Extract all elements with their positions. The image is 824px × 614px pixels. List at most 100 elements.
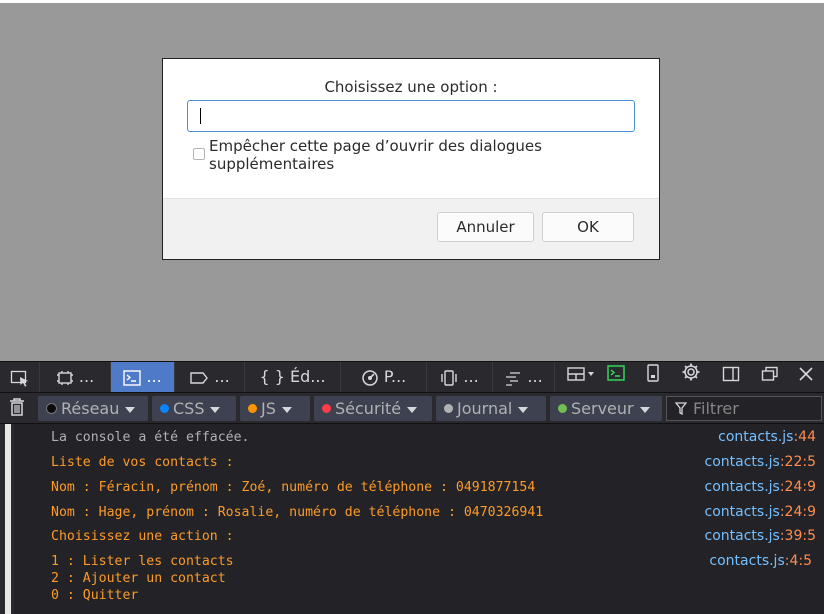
chevron-down-icon <box>210 406 221 413</box>
debugger-icon <box>190 371 209 384</box>
console-gutter <box>0 424 14 614</box>
console-filter-bar: Réseau CSS JS Sécurité Journal Serveur F… <box>0 393 824 424</box>
tab-performance[interactable]: P... <box>341 362 427 392</box>
chevron-down-icon <box>518 406 529 413</box>
filter-network[interactable]: Réseau <box>38 396 148 421</box>
responsive-layout-button[interactable] <box>563 362 599 392</box>
prompt-dialog: Choisissez une option : Empêcher cette p… <box>162 58 660 260</box>
chevron-down-icon <box>407 406 418 413</box>
filter-logging[interactable]: Journal <box>436 396 546 421</box>
separate-window-icon <box>761 366 778 381</box>
tab-inspector-label: ... <box>78 367 95 386</box>
tab-console-label: ... <box>146 367 162 386</box>
layout-icon <box>567 367 594 381</box>
console-message-text: La console a été effacée. <box>51 430 250 445</box>
clear-console-button[interactable] <box>6 397 28 419</box>
tab-memory[interactable]: ... <box>427 362 493 392</box>
tab-memory-label: ... <box>463 367 479 386</box>
dock-side-icon <box>722 366 740 382</box>
gutter-marker <box>5 424 11 614</box>
split-console-icon <box>607 365 625 381</box>
undock-button[interactable] <box>755 362 785 392</box>
console-message: Liste de vos contacts : contacts.js:22:5 <box>14 454 822 471</box>
console-message: Nom : Hage, prénom : Rosalie, numéro de … <box>14 504 822 521</box>
source-file: contacts.js <box>704 504 780 520</box>
dialog-footer: Annuler OK <box>163 198 659 259</box>
filter-css-label: CSS <box>173 399 205 418</box>
logging-dot-icon <box>444 404 453 413</box>
checkbox-label-line1: Empêcher cette page d’ouvrir des dialogu… <box>209 137 542 155</box>
ok-button[interactable]: OK <box>542 212 634 242</box>
cancel-button[interactable]: Annuler <box>437 212 534 242</box>
security-dot-icon <box>322 404 331 413</box>
tab-style-editor[interactable]: { } Éd... <box>245 362 341 392</box>
source-file: contacts.js <box>718 429 794 445</box>
chevron-down-icon <box>639 406 650 413</box>
prevent-dialogs-checkbox[interactable] <box>193 148 205 160</box>
console-message: Choisissez une action : contacts.js:39:5 <box>14 528 822 545</box>
console-message-text: Nom : Hage, prénom : Rosalie, numéro de … <box>51 505 544 520</box>
filter-js-label: JS <box>261 399 276 418</box>
console-filter-input[interactable]: Filtrer <box>666 396 822 421</box>
page-content-area: Choisissez une option : Empêcher cette p… <box>0 0 824 361</box>
tab-network-label: ... <box>527 367 543 386</box>
console-source-link[interactable]: contacts.js:39:5 <box>705 528 816 545</box>
tab-style-editor-label: { } Éd... <box>259 367 326 386</box>
chevron-down-icon <box>125 406 136 413</box>
inspector-icon <box>56 370 73 385</box>
console-message: La console a été effacée. contacts.js:44 <box>14 429 822 446</box>
source-location: :24:9 <box>779 504 816 520</box>
filter-js[interactable]: JS <box>240 396 310 421</box>
tab-debugger[interactable]: ... <box>175 362 245 392</box>
performance-icon <box>361 369 378 386</box>
filter-network-label: Réseau <box>61 399 120 418</box>
console-source-link[interactable]: contacts.js:4:5 <box>709 553 812 570</box>
tab-debugger-label: ... <box>214 367 230 386</box>
console-source-link[interactable]: contacts.js:22:5 <box>705 454 816 471</box>
funnel-icon <box>675 402 687 416</box>
filter-security[interactable]: Sécurité <box>314 396 432 421</box>
gear-icon <box>682 363 700 381</box>
console-message-text: 1 : Lister les contacts 2 : Ajouter un c… <box>51 554 234 603</box>
source-location: :39:5 <box>779 528 816 544</box>
console-message: 1 : Lister les contacts 2 : Ajouter un c… <box>14 553 822 604</box>
console-source-link[interactable]: contacts.js:24:9 <box>705 479 816 496</box>
tab-network[interactable]: ... <box>493 362 555 392</box>
devtools-toolbar: ... ... ... { } Éd... P... ... ... <box>0 361 824 393</box>
source-location: :44 <box>793 429 816 445</box>
element-picker-button[interactable] <box>0 362 40 392</box>
network-dot-icon <box>46 403 57 414</box>
tab-performance-label: P... <box>383 367 407 386</box>
responsive-design-button[interactable] <box>638 362 668 392</box>
console-source-link[interactable]: contacts.js:44 <box>718 429 816 446</box>
filter-placeholder: Filtrer <box>693 399 739 418</box>
source-location: :4:5 <box>784 553 812 569</box>
dialog-title: Choisissez une option : <box>324 78 498 96</box>
filter-server-label: Serveur <box>571 399 634 418</box>
filter-css[interactable]: CSS <box>152 396 236 421</box>
source-file: contacts.js <box>709 553 785 569</box>
settings-button[interactable] <box>676 362 706 392</box>
console-source-link[interactable]: contacts.js:24:9 <box>705 504 816 521</box>
console-output: La console a été effacée. contacts.js:44… <box>0 424 824 614</box>
dock-side-button[interactable] <box>716 362 746 392</box>
prevent-dialogs-option[interactable]: Empêcher cette page d’ouvrir des dialogu… <box>193 137 633 177</box>
checkbox-label-line2: supplémentaires <box>209 155 335 173</box>
prevent-dialogs-label: Empêcher cette page d’ouvrir des dialogu… <box>209 137 609 173</box>
server-dot-icon <box>558 404 567 413</box>
console-message-text: Choisissez une action : <box>51 529 234 544</box>
source-file: contacts.js <box>704 454 780 470</box>
source-location: :22:5 <box>779 454 816 470</box>
console-icon <box>123 369 142 386</box>
prompt-input[interactable] <box>187 100 635 132</box>
filter-server[interactable]: Serveur <box>550 396 662 421</box>
pick-element-icon <box>10 370 28 387</box>
filter-logging-label: Journal <box>457 399 513 418</box>
tab-console[interactable]: ... <box>111 362 175 392</box>
split-console-button[interactable] <box>601 362 631 392</box>
tab-inspector[interactable]: ... <box>40 362 111 392</box>
source-location: :24:9 <box>779 479 816 495</box>
console-message-text: Liste de vos contacts : <box>51 455 234 470</box>
close-devtools-button[interactable] <box>791 362 821 392</box>
phone-icon <box>647 364 659 382</box>
